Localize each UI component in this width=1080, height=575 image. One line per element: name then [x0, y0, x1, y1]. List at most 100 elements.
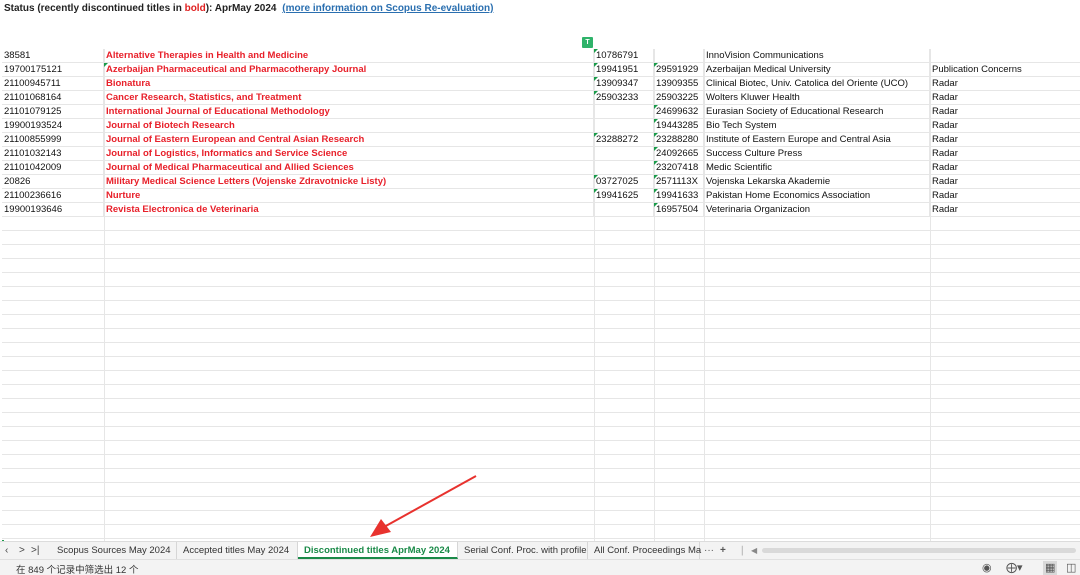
- empty-row[interactable]: [2, 511, 1080, 525]
- table-row[interactable]: 19900193524 Journal of Biotech Research 19…: [2, 119, 1080, 133]
- table-row[interactable]: 19900193646 Revista Electronica de Veteri…: [2, 203, 1080, 217]
- cell-eissn[interactable]: 19941633: [654, 189, 704, 203]
- empty-row[interactable]: [2, 245, 1080, 259]
- cell-eissn[interactable]: 25903225: [654, 91, 704, 105]
- empty-row[interactable]: [2, 217, 1080, 231]
- cell-title[interactable]: Journal of Logistics, Informatics and Se…: [104, 147, 594, 161]
- cell-publisher[interactable]: Veterinaria Organizacion: [704, 203, 930, 217]
- cell-publisher[interactable]: Clinical Biotec, Univ. Catolica del Orie…: [704, 77, 930, 91]
- cell-title[interactable]: Journal of Eastern European and Central …: [104, 133, 594, 147]
- empty-row[interactable]: [2, 231, 1080, 245]
- cell-status[interactable]: [930, 49, 1080, 63]
- empty-row[interactable]: [2, 301, 1080, 315]
- cell-id[interactable]: 21101079125: [2, 105, 104, 119]
- table-row[interactable]: 38581 Alternative Therapies in Health and…: [2, 49, 1080, 63]
- sheet-tab[interactable]: Accepted titles May 2024: [177, 542, 298, 559]
- empty-row[interactable]: [2, 497, 1080, 511]
- cell-publisher[interactable]: Medic Scientific: [704, 161, 930, 175]
- sheet-tab[interactable]: Discontinued titles AprMay 2024: [298, 542, 458, 559]
- cell-status[interactable]: Radar: [930, 119, 1080, 133]
- prev-sheet-icon[interactable]: >: [19, 543, 25, 559]
- cell-publisher[interactable]: Pakistan Home Economics Association: [704, 189, 930, 203]
- cell-id[interactable]: 21101032143: [2, 147, 104, 161]
- cell-status[interactable]: Radar: [930, 133, 1080, 147]
- table-row[interactable]: 21101032143 Journal of Logistics, Informa…: [2, 147, 1080, 161]
- cell-issn[interactable]: 03727025: [594, 175, 654, 189]
- reevaluation-link[interactable]: (more information on Scopus Re-evaluatio…: [282, 3, 493, 14]
- cell-publisher[interactable]: Bio Tech System: [704, 119, 930, 133]
- empty-row[interactable]: [2, 483, 1080, 497]
- cell-publisher[interactable]: Eurasian Society of Educational Research: [704, 105, 930, 119]
- normal-view-icon[interactable]: ▦: [1043, 561, 1058, 575]
- sheet-tab[interactable]: Serial Conf. Proc. with profile: [458, 542, 588, 559]
- cell-publisher[interactable]: Success Culture Press: [704, 147, 930, 161]
- empty-row[interactable]: [2, 385, 1080, 399]
- cell-eissn[interactable]: 16957504: [654, 203, 704, 217]
- more-tabs-icon[interactable]: ···: [704, 542, 714, 559]
- cell-title[interactable]: Alternative Therapies in Health and Medi…: [104, 49, 594, 63]
- empty-row[interactable]: [2, 273, 1080, 287]
- cell-id[interactable]: 21100945711: [2, 77, 104, 91]
- table-row[interactable]: 21101068164 Cancer Research, Statistics, …: [2, 91, 1080, 105]
- cell-status[interactable]: Radar: [930, 77, 1080, 91]
- cell-id[interactable]: 19900193524: [2, 119, 104, 133]
- table-row[interactable]: 21100236616 Nurture 19941625 19941633 Pakist…: [2, 189, 1080, 203]
- cell-issn[interactable]: 19941625: [594, 189, 654, 203]
- cell-issn[interactable]: [594, 203, 654, 217]
- sheet-tab[interactable]: Scopus Sources May 2024: [51, 542, 177, 559]
- table-row[interactable]: 19700175121 Azerbaijan Pharmaceutical and…: [2, 63, 1080, 77]
- filter-dropdown-icon[interactable]: T: [582, 37, 593, 48]
- empty-row[interactable]: [2, 441, 1080, 455]
- cell-title[interactable]: Cancer Research, Statistics, and Treatme…: [104, 91, 594, 105]
- cell-status[interactable]: Radar: [930, 189, 1080, 203]
- empty-row[interactable]: [2, 357, 1080, 371]
- empty-row[interactable]: [2, 371, 1080, 385]
- cell-id[interactable]: 20826: [2, 175, 104, 189]
- cell-eissn[interactable]: 24699632: [654, 105, 704, 119]
- empty-row[interactable]: [2, 413, 1080, 427]
- cell-issn[interactable]: 10786791: [594, 49, 654, 63]
- cell-publisher[interactable]: Azerbaijan Medical University: [704, 63, 930, 77]
- cell-eissn[interactable]: 29591929: [654, 63, 704, 77]
- cell-id[interactable]: 19700175121: [2, 63, 104, 77]
- eye-icon[interactable]: ◉: [982, 561, 992, 575]
- cell-status[interactable]: Radar: [930, 203, 1080, 217]
- page-layout-icon[interactable]: ◫: [1066, 561, 1076, 575]
- cell-issn[interactable]: [594, 105, 654, 119]
- cell-eissn[interactable]: 23288280: [654, 133, 704, 147]
- cell-eissn[interactable]: 2571113X: [654, 175, 704, 189]
- cell-issn[interactable]: 19941951: [594, 63, 654, 77]
- empty-row[interactable]: [2, 399, 1080, 413]
- cell-title[interactable]: Military Medical Science Letters (Vojens…: [104, 175, 594, 189]
- cell-id[interactable]: 21101068164: [2, 91, 104, 105]
- cell-id[interactable]: 21101042009: [2, 161, 104, 175]
- cell-id[interactable]: 21100855999: [2, 133, 104, 147]
- cell-title[interactable]: Journal of Biotech Research: [104, 119, 594, 133]
- cell-eissn[interactable]: 24092665: [654, 147, 704, 161]
- cell-title[interactable]: Journal of Medical Pharmaceutical and Al…: [104, 161, 594, 175]
- last-sheet-icon[interactable]: >|: [31, 543, 39, 559]
- empty-row[interactable]: [2, 329, 1080, 343]
- table-row[interactable]: 21101042009 Journal of Medical Pharmaceut…: [2, 161, 1080, 175]
- cell-publisher[interactable]: Institute of Eastern Europe and Central …: [704, 133, 930, 147]
- cell-publisher[interactable]: Wolters Kluwer Health: [704, 91, 930, 105]
- cell-issn[interactable]: 25903233: [594, 91, 654, 105]
- empty-row[interactable]: [2, 287, 1080, 301]
- cell-title[interactable]: Bionatura: [104, 77, 594, 91]
- cell-status[interactable]: Radar: [930, 91, 1080, 105]
- cell-eissn[interactable]: 13909355: [654, 77, 704, 91]
- cell-issn[interactable]: 13909347: [594, 77, 654, 91]
- cell-issn[interactable]: [594, 147, 654, 161]
- table-row[interactable]: 21100945711 Bionatura 13909347 13909355 Clin…: [2, 77, 1080, 91]
- cell-title[interactable]: Revista Electronica de Veterinaria: [104, 203, 594, 217]
- cell-title[interactable]: International Journal of Educational Met…: [104, 105, 594, 119]
- crosshair-icon[interactable]: ⨁▾: [1006, 561, 1023, 575]
- empty-row[interactable]: [2, 469, 1080, 483]
- table-row[interactable]: 21101079125 International Journal of Educ…: [2, 105, 1080, 119]
- cell-status[interactable]: Radar: [930, 105, 1080, 119]
- scroll-left-icon[interactable]: ◀: [751, 542, 757, 559]
- cell-title[interactable]: Nurture: [104, 189, 594, 203]
- sheet-tab[interactable]: All Conf. Proceedings Ma: [588, 542, 701, 559]
- cell-issn[interactable]: 23288272: [594, 133, 654, 147]
- add-sheet-button[interactable]: +: [720, 542, 726, 559]
